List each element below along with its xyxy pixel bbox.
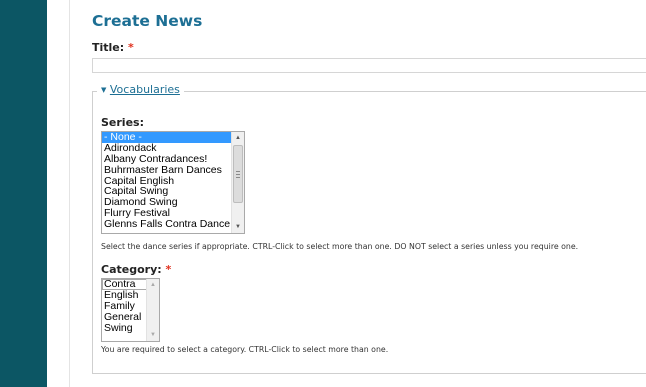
category-label-text: Category: [101,263,162,276]
triangle-up-icon[interactable]: ▲ [232,132,244,144]
required-marker: * [165,263,172,276]
title-label-text: Title: [92,41,125,54]
required-marker: * [128,41,134,54]
content-divider [69,0,70,387]
thumb-grip [236,174,240,175]
category-scrollbar[interactable]: ▲ ▼ [146,279,159,341]
series-option[interactable]: Buhrmaster Barn Dances [102,164,244,176]
triangle-down-icon[interactable]: ▼ [232,221,244,233]
sidebar-band [0,0,47,387]
vocabularies-toggle-link[interactable]: Vocabularies [110,83,180,96]
caret-down-icon: ▼ [101,86,107,94]
page-frame: Create News Title: * ▼ Vocabularies Seri… [0,0,646,387]
triangle-up-icon[interactable]: ▲ [147,279,159,291]
series-select[interactable]: - None - Adirondack Albany Contradances!… [101,131,245,234]
main-content: Create News Title: * ▼ Vocabularies Seri… [92,0,646,387]
category-field-label: Category: * [101,263,171,276]
page-title: Create News [92,12,203,30]
category-help-text: You are required to select a category. C… [101,345,389,354]
thumb-grip [236,177,240,178]
thumb-grip [236,171,240,172]
category-select[interactable]: Contra English Family General Swing ▲ ▼ [101,278,160,342]
series-option[interactable]: Glenns Falls Contra Dance [102,219,244,230]
title-input[interactable] [92,58,646,73]
title-field-label: Title: * [92,41,134,54]
sidebar-gutter [47,0,69,387]
series-label: Series: [101,116,144,129]
series-help-text: Select the dance series if appropriate. … [101,242,579,251]
series-scroll-thumb[interactable] [233,145,243,203]
triangle-down-icon[interactable]: ▼ [147,329,159,341]
vocabularies-legend[interactable]: ▼ Vocabularies [97,83,184,96]
series-scrollbar[interactable]: ▲ ▼ [231,132,244,233]
vocabularies-fieldset: ▼ Vocabularies Series: - None - Adironda… [92,83,646,374]
